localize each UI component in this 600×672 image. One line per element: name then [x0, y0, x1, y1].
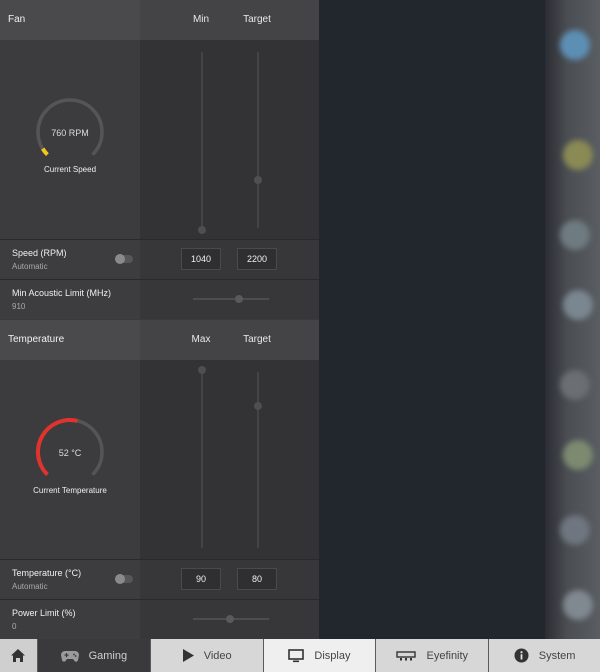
temp-slider-area [140, 360, 319, 559]
hdr-dark [140, 320, 319, 360]
row-dark [140, 240, 319, 279]
wattman-panel: Fan Min Target 760 RPM Current Speed Spe… [0, 0, 319, 639]
fan-speed-toggle[interactable] [115, 254, 133, 264]
power-limit-slider[interactable] [193, 615, 269, 623]
blurred-icon [563, 440, 593, 470]
home-button[interactable] [0, 639, 38, 672]
blurred-icon [563, 590, 593, 620]
tab-video-label: Video [203, 649, 232, 662]
slider-thumb[interactable] [235, 295, 243, 303]
fan-target-slider-track[interactable] [257, 52, 259, 228]
fan-col-min: Min [192, 14, 210, 25]
row-dark [140, 560, 319, 599]
temp-max-slider-track[interactable] [201, 372, 203, 548]
gamepad-icon [60, 650, 79, 662]
fan-header: Fan Min Target [0, 0, 319, 40]
monitor-icon [288, 648, 305, 663]
tab-display-label: Display [314, 649, 351, 662]
eyefinity-icon [396, 650, 417, 661]
power-limit-label: Power Limit (%) [12, 608, 76, 618]
temp-max-input[interactable]: 90 [181, 568, 221, 590]
temp-target-slider-track[interactable] [257, 372, 259, 548]
tab-system[interactable]: System [489, 639, 600, 672]
info-icon [514, 648, 529, 663]
fan-min-slider-track[interactable] [201, 52, 203, 230]
fan-min-slider-thumb[interactable] [198, 226, 206, 234]
toggle-knob [115, 254, 125, 264]
power-limit-value: 0 [12, 622, 17, 631]
fan-gauge-value: 760 RPM [51, 128, 89, 138]
fan-title: Fan [8, 14, 26, 25]
blurred-icon [560, 220, 590, 250]
temperature-header: Temperature Max Target [0, 320, 319, 360]
temperature-row: Temperature (°C) Automatic 90 80 [0, 560, 319, 599]
temp-col-max: Max [191, 334, 211, 345]
min-acoustic-row: Min Acoustic Limit (MHz) 910 [0, 280, 319, 319]
tab-video[interactable]: Video [150, 639, 264, 672]
temp-label: Temperature (°C) [12, 568, 82, 578]
blurred-icon [560, 30, 590, 60]
fan-speed-target-input[interactable]: 2200 [237, 248, 277, 270]
tab-gaming[interactable]: Gaming [37, 639, 151, 672]
tab-eyefinity-label: Eyefinity [426, 649, 469, 662]
toggle-knob [115, 574, 125, 584]
fan-gauge-caption: Current Speed [43, 165, 97, 174]
bottom-nav-bar: Gaming Video Display Eyefinity System [0, 639, 600, 672]
home-icon [11, 649, 26, 662]
temp-target-slider-thumb[interactable] [254, 402, 262, 410]
temperature-title: Temperature [8, 334, 65, 345]
background-blur-strip [545, 0, 600, 639]
tab-display[interactable]: Display [263, 639, 377, 672]
play-icon [182, 649, 194, 662]
temp-max-slider-thumb[interactable] [198, 366, 206, 374]
min-acoustic-label: Min Acoustic Limit (MHz) [12, 288, 112, 298]
fan-gauge-fill [41, 147, 49, 157]
tab-gaming-label: Gaming [88, 649, 128, 662]
fan-speed-min-input[interactable]: 1040 [181, 248, 221, 270]
blurred-icon [560, 370, 590, 400]
fan-speed-row: Speed (RPM) Automatic 1040 2200 [0, 240, 319, 279]
fan-target-slider-thumb[interactable] [254, 176, 262, 184]
temp-col-target: Target [243, 334, 271, 345]
blurred-icon [563, 140, 593, 170]
temperature-toggle[interactable] [115, 574, 133, 584]
temp-mode: Automatic [12, 582, 48, 591]
min-acoustic-slider[interactable] [193, 295, 269, 303]
temp-gauge-caption: Current Temperature [33, 486, 107, 495]
fan-col-target: Target [243, 14, 271, 25]
temp-target-input[interactable]: 80 [237, 568, 277, 590]
tab-system-label: System [538, 649, 576, 662]
temp-gauge-value: 52 °C [58, 448, 82, 458]
fan-header-dark [140, 0, 319, 40]
power-limit-row: Power Limit (%) 0 [0, 600, 319, 639]
blurred-icon [560, 515, 590, 545]
tab-eyefinity[interactable]: Eyefinity [376, 639, 490, 672]
blurred-icon [563, 290, 593, 320]
fan-speed-label: Speed (RPM) [12, 248, 67, 258]
fan-speed-mode: Automatic [12, 262, 48, 271]
fan-slider-area [140, 40, 319, 239]
slider-thumb[interactable] [226, 615, 234, 623]
min-acoustic-value: 910 [12, 302, 26, 311]
